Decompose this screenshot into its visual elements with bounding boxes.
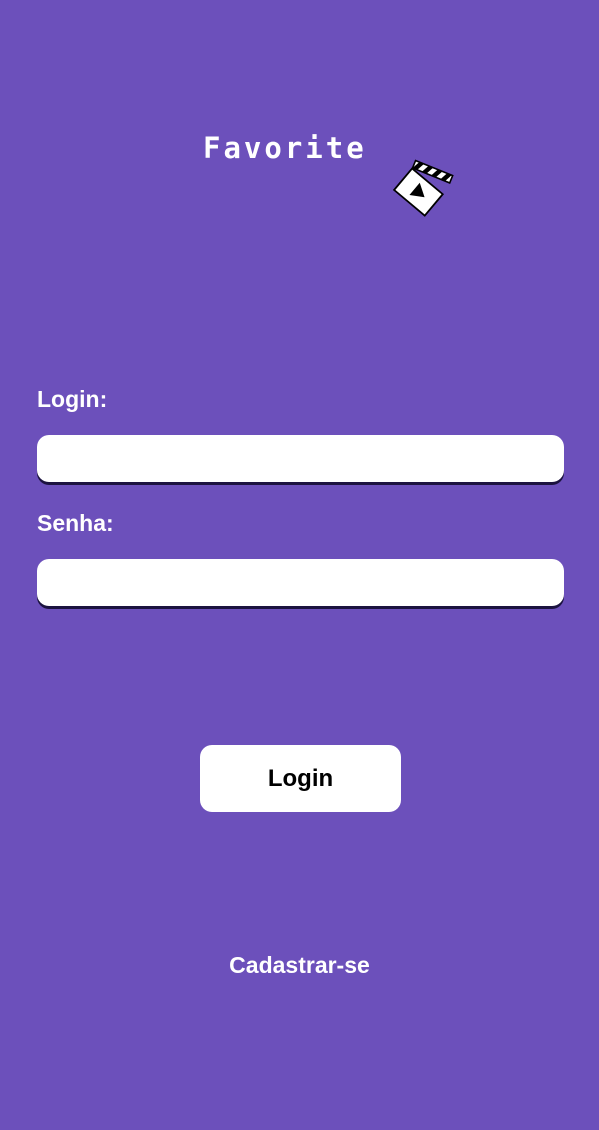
app-logo-title: Favorite — [203, 131, 367, 165]
login-input[interactable] — [37, 435, 564, 482]
register-link[interactable]: Cadastrar-se — [0, 954, 599, 977]
password-input[interactable] — [37, 559, 564, 606]
login-label: Login: — [37, 386, 108, 412]
login-button[interactable]: Login — [200, 745, 401, 812]
clapperboard-icon — [392, 159, 454, 217]
password-label: Senha: — [37, 510, 114, 536]
